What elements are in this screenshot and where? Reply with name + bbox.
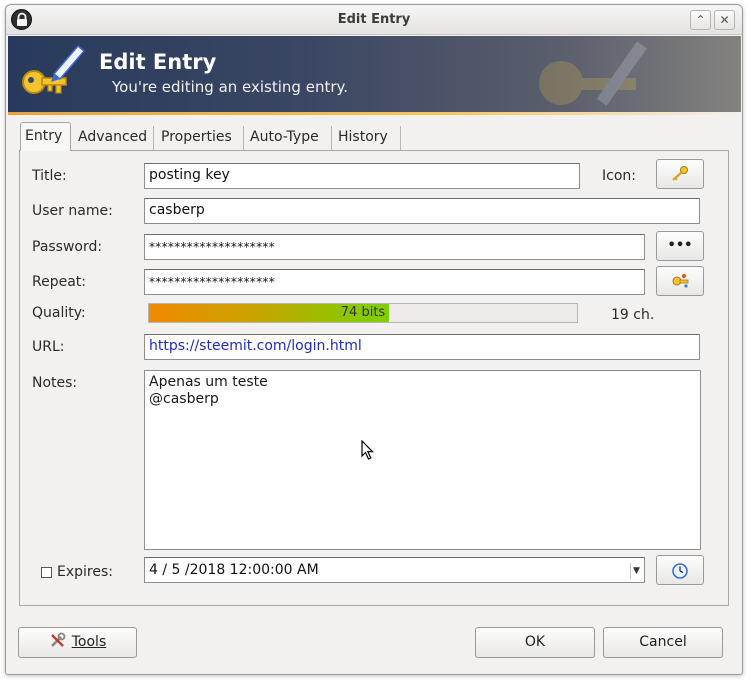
url-field[interactable]: https://steemit.com/login.html: [144, 334, 700, 360]
banner-heading: Edit Entry: [99, 50, 217, 74]
maximize-button[interactable]: ⌃: [690, 10, 711, 30]
clock-icon: [672, 563, 688, 579]
password-label: Password:: [32, 239, 103, 255]
quality-bar: 74 bits: [148, 303, 578, 323]
icon-picker-button[interactable]: [656, 159, 704, 189]
notes-label: Notes:: [32, 375, 78, 391]
notes-line: Apenas um teste: [149, 374, 268, 390]
cancel-button[interactable]: Cancel: [603, 627, 723, 658]
title-bar[interactable]: Edit Entry ⌃ ✕: [6, 5, 742, 35]
tools-button[interactable]: Tools: [18, 627, 137, 658]
tab-auto-type[interactable]: Auto-Type: [246, 126, 332, 150]
title-field[interactable]: posting key: [144, 163, 580, 189]
icon-label: Icon:: [602, 168, 636, 184]
chevron-down-icon[interactable]: ▼: [630, 563, 642, 579]
expires-label: Expires:: [57, 564, 113, 580]
show-password-button[interactable]: •••: [656, 231, 704, 261]
ok-button[interactable]: OK: [475, 627, 595, 658]
title-label: Title:: [32, 168, 67, 184]
password-generator-icon: [672, 273, 689, 288]
repeat-label: Repeat:: [32, 274, 86, 290]
username-field[interactable]: casberp: [144, 198, 700, 224]
expires-date-value: 4 / 5 /2018 12:00:00 AM: [149, 562, 319, 578]
expires-checkbox[interactable]: [41, 567, 52, 578]
tab-advanced[interactable]: Advanced: [74, 126, 154, 150]
url-label: URL:: [32, 339, 65, 355]
chevron-up-icon: ⌃: [695, 13, 706, 27]
tab-entry[interactable]: Entry: [20, 122, 71, 151]
tab-properties[interactable]: Properties: [157, 126, 244, 150]
banner-divider: [8, 112, 741, 115]
repeat-password-field[interactable]: ********************: [144, 269, 645, 295]
password-field[interactable]: ********************: [144, 234, 645, 260]
quality-label: Quality:: [32, 305, 86, 321]
username-label: User name:: [32, 203, 113, 219]
notes-line: @casberp: [149, 391, 219, 407]
key-icon: [672, 166, 688, 181]
show-password-icon: •••: [667, 238, 693, 253]
tab-history[interactable]: History: [334, 126, 401, 150]
character-count: 19 ch.: [611, 307, 655, 323]
entry-panel: Title: posting key Icon: User name: casb…: [19, 150, 729, 606]
mouse-cursor-icon: [361, 440, 374, 460]
tools-icon: [50, 632, 66, 647]
edit-entry-window: Edit Entry ⌃ ✕ Edit Entry You're editing…: [5, 4, 743, 675]
ok-button-label: OK: [524, 634, 546, 650]
quality-bits: 74 bits: [340, 305, 386, 320]
password-generator-button[interactable]: [656, 266, 704, 296]
key-pen-icon: [22, 44, 86, 94]
banner-watermark-icon: [539, 41, 647, 106]
expires-date-field[interactable]: 4 / 5 /2018 12:00:00 AM ▼: [144, 557, 645, 583]
header-banner: Edit Entry You're editing an existing en…: [8, 36, 741, 112]
cancel-button-label: Cancel: [639, 634, 687, 650]
banner-subheading: You're editing an existing entry.: [112, 78, 349, 96]
tools-button-label: Tools: [71, 634, 107, 650]
close-button[interactable]: ✕: [714, 10, 735, 30]
close-icon: ✕: [719, 13, 730, 27]
expiry-presets-button[interactable]: [656, 555, 704, 585]
window-title: Edit Entry: [337, 12, 411, 27]
notes-textarea[interactable]: Apenas um teste @casberp: [144, 370, 701, 550]
